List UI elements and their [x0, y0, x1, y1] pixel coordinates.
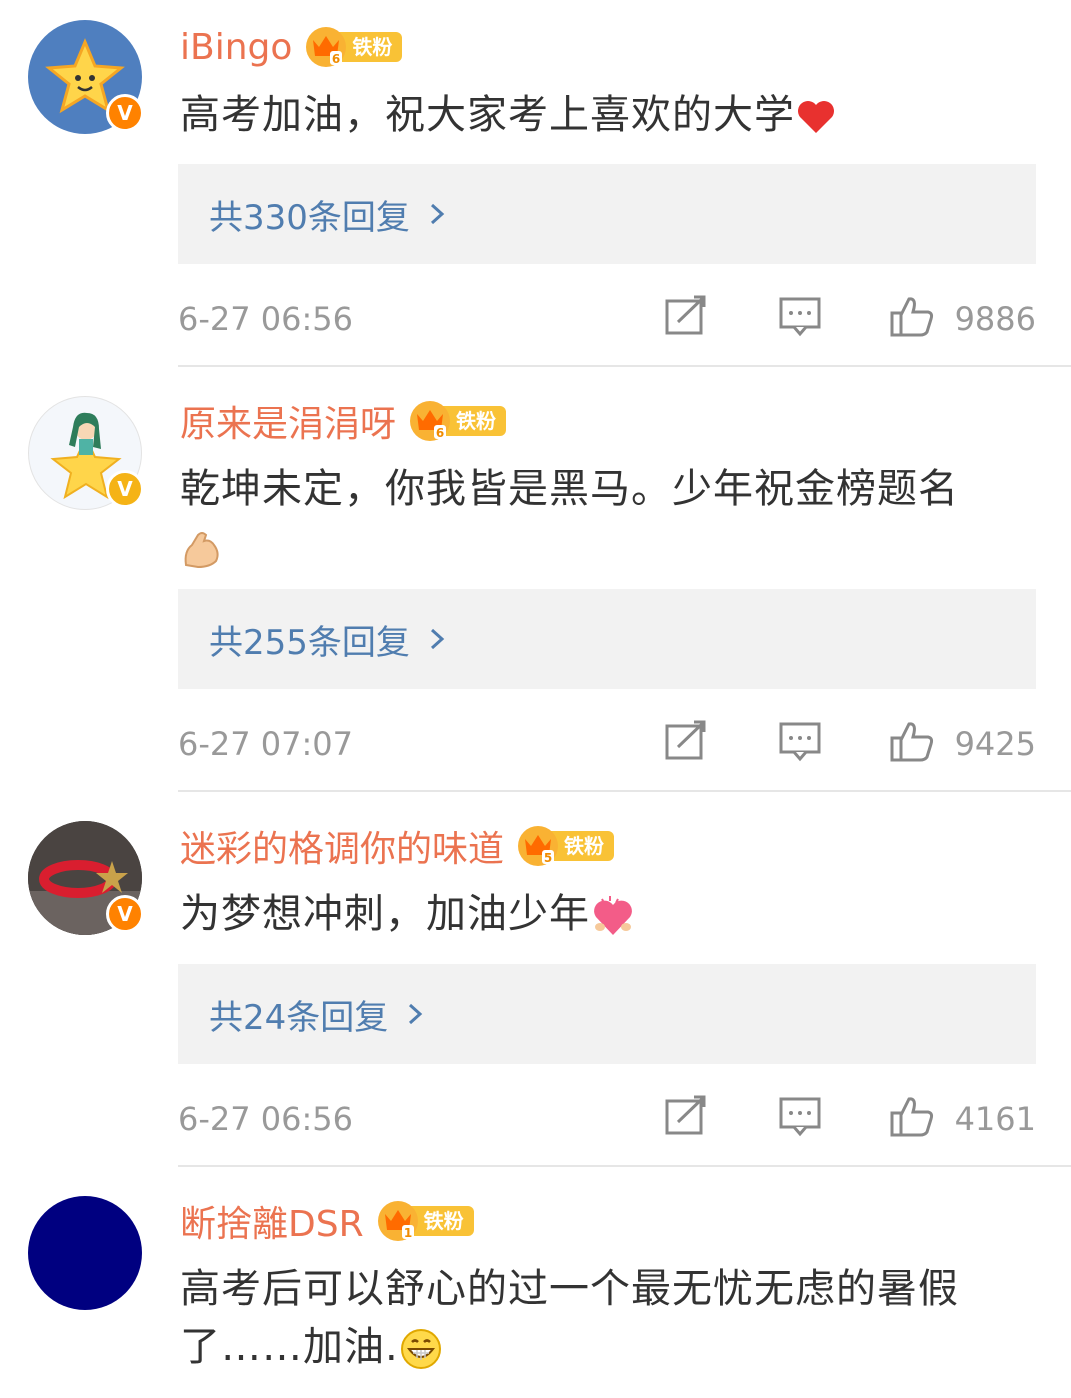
svg-text:6: 6 [436, 426, 444, 440]
comment-text: 乾坤未定，你我皆是黑马。少年祝金榜题名 [180, 460, 1040, 576]
username[interactable]: 迷彩的格调你的味道 [180, 820, 504, 872]
fan-badge[interactable]: 6 铁粉 [304, 27, 403, 67]
like-count: 9425 [954, 725, 1036, 763]
replies-count: 共255条回复 [209, 622, 410, 663]
comment-icon[interactable] [778, 294, 822, 338]
fan-badge[interactable]: 1 铁粉 [376, 1201, 474, 1241]
comment-icon[interactable] [778, 719, 822, 763]
timestamp: 6-27 07:07 [178, 725, 354, 763]
comment-text: 为梦想冲刺，加油少年 [180, 885, 1040, 943]
replies-count: 共330条回复 [209, 197, 410, 238]
comment-body: 为梦想冲刺，加油少年 [180, 891, 590, 937]
grin-emoji-icon [400, 1329, 441, 1369]
like-count: 9886 [954, 300, 1036, 338]
love-heart-emoji-icon [594, 896, 632, 935]
username[interactable]: iBingo [180, 27, 292, 68]
comment-body: 高考加油，祝大家考上喜欢的大学 [180, 92, 795, 138]
verified-v-icon: V [106, 94, 144, 132]
comment-text: 高考后可以舒心的过一个最无忧无虑的暑假了……加油. [180, 1260, 1040, 1376]
avatar[interactable] [28, 1196, 142, 1310]
avatar[interactable]: V [28, 821, 144, 935]
avatar[interactable]: V [28, 20, 144, 134]
timestamp: 6-27 06:56 [178, 1100, 354, 1138]
replies-button[interactable]: 共255条回复 [178, 589, 1036, 689]
divider [178, 790, 1071, 792]
repost-icon[interactable] [664, 719, 708, 763]
crown-icon: 1 [377, 1201, 418, 1241]
crown-icon: 6 [306, 27, 347, 67]
username[interactable]: 断捨離DSR [180, 1195, 364, 1247]
verified-v-icon: V [106, 470, 144, 508]
replies-button[interactable]: 共24条回复 [178, 964, 1036, 1064]
comment-body: 乾坤未定，你我皆是黑马。少年祝金榜题名 [180, 466, 959, 512]
chevron-right-icon [430, 628, 445, 650]
svg-text:1: 1 [403, 1226, 411, 1240]
like-icon[interactable] [890, 719, 934, 763]
like-icon[interactable] [890, 294, 934, 338]
replies-count: 共24条回复 [209, 997, 389, 1038]
crown-icon: 6 [410, 401, 451, 441]
like-count: 4161 [954, 1100, 1036, 1138]
muscle-emoji-icon [184, 532, 219, 569]
comment-text: 高考加油，祝大家考上喜欢的大学 [180, 86, 1040, 144]
divider [178, 1165, 1071, 1167]
svg-text:5: 5 [544, 851, 552, 865]
replies-button[interactable]: 共330条回复 [178, 164, 1036, 264]
avatar[interactable]: V [28, 396, 144, 510]
crown-icon: 5 [518, 826, 559, 866]
comment-body: 高考后可以舒心的过一个最无忧无虑的暑假了……加油. [180, 1266, 959, 1370]
comment-icon[interactable] [778, 1094, 822, 1138]
repost-icon[interactable] [664, 1094, 708, 1138]
repost-icon[interactable] [664, 294, 708, 338]
divider [178, 365, 1071, 367]
svg-text:6: 6 [332, 52, 340, 66]
heart-emoji-icon [798, 101, 834, 133]
fan-badge[interactable]: 5 铁粉 [516, 826, 615, 866]
username[interactable]: 原来是涓涓呀 [180, 395, 396, 447]
chevron-right-icon [430, 203, 445, 225]
like-icon[interactable] [890, 1094, 934, 1138]
timestamp: 6-27 06:56 [178, 300, 354, 338]
fan-badge[interactable]: 6 铁粉 [408, 401, 507, 441]
verified-v-icon: V [106, 895, 144, 933]
chevron-right-icon [409, 1003, 423, 1025]
